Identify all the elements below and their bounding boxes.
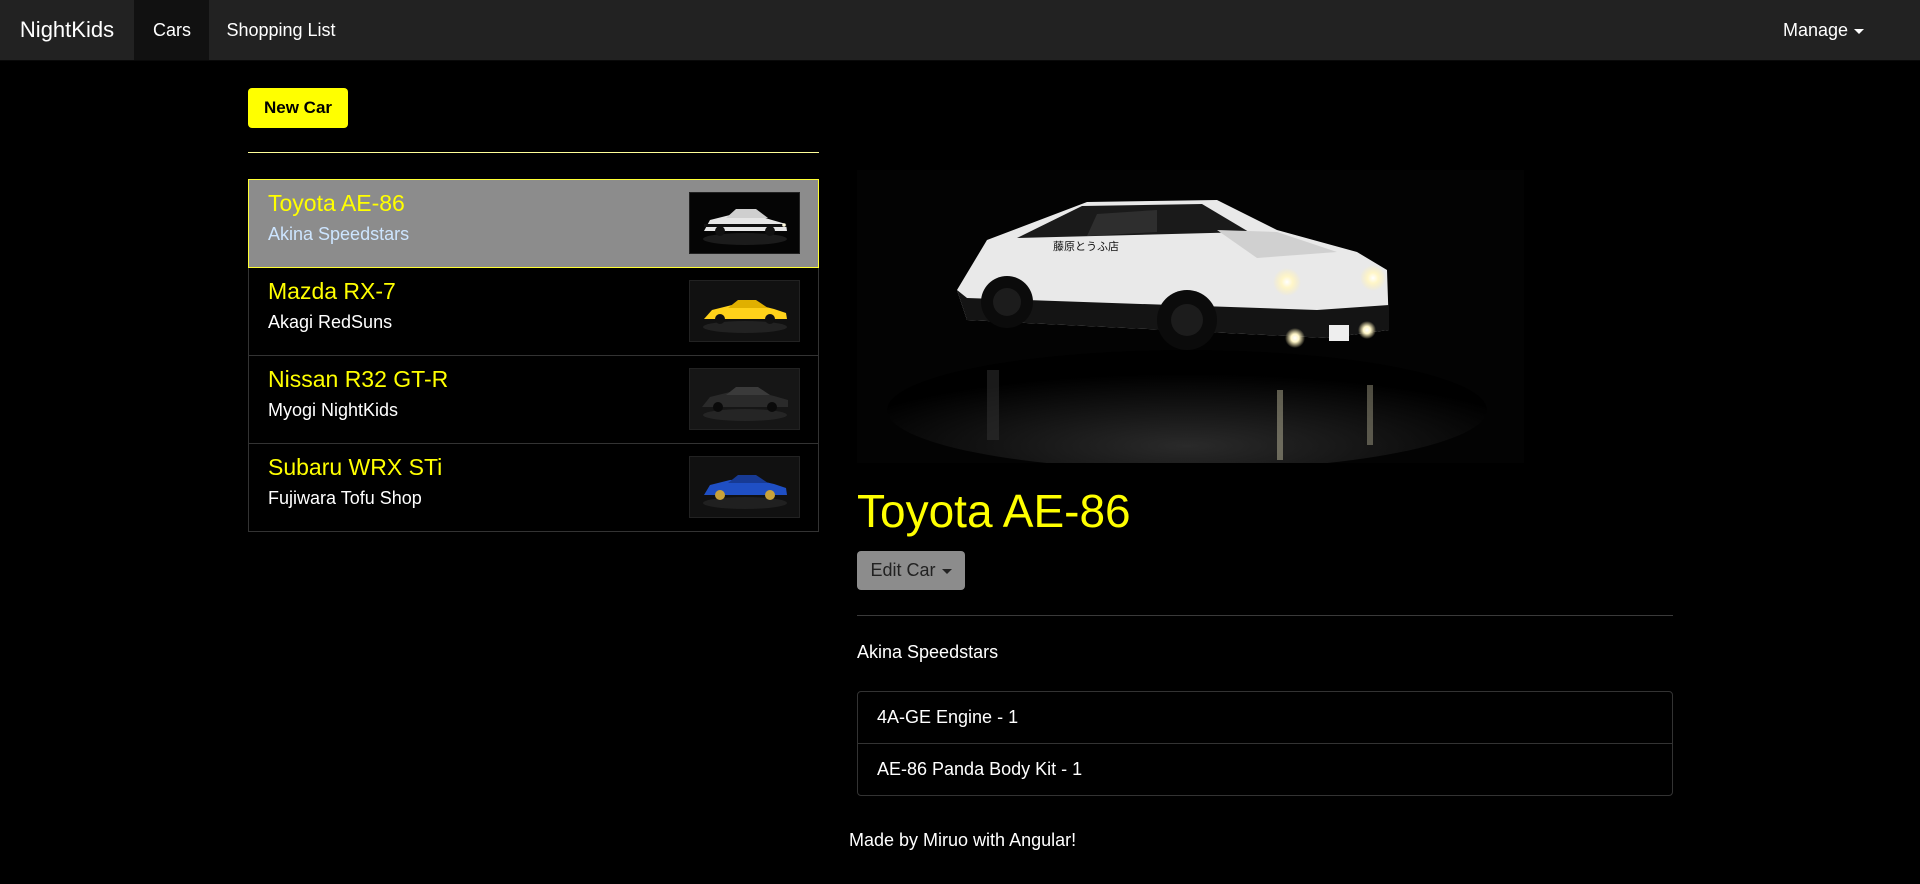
manage-dropdown-label: Manage: [1783, 20, 1849, 40]
car-list: Toyota AE-86 Akina Speedstars Mazda RX-7…: [248, 179, 819, 532]
divider: [857, 615, 1673, 616]
parts-list-item[interactable]: 4A-GE Engine - 1: [858, 692, 1672, 743]
nav-item-shopping-list[interactable]: Shopping List: [209, 0, 353, 60]
chevron-down-icon: [1854, 28, 1865, 34]
car-thumbnail: [689, 192, 800, 254]
parts-list-item[interactable]: AE-86 Panda Body Kit - 1: [858, 743, 1672, 795]
car-team: Fujiwara Tofu Shop: [268, 488, 422, 508]
car-detail-team: Akina Speedstars: [857, 642, 999, 662]
parts-list: 4A-GE Engine - 1 AE-86 Panda Body Kit - …: [857, 691, 1673, 796]
car-thumbnail: [689, 456, 800, 518]
car-team: Akina Speedstars: [268, 224, 410, 244]
car-name: Subaru WRX STi: [268, 454, 443, 480]
edit-car-label: Edit Car: [870, 560, 936, 580]
chevron-down-icon: [941, 568, 952, 574]
divider: [248, 152, 819, 153]
car-list-item[interactable]: Subaru WRX STi Fujiwara Tofu Shop: [248, 443, 819, 532]
manage-dropdown[interactable]: Manage: [1783, 0, 1893, 60]
car-thumbnail: [689, 368, 800, 430]
car-list-item[interactable]: Nissan R32 GT-R Myogi NightKids: [248, 355, 819, 444]
car-list-item[interactable]: Toyota AE-86 Akina Speedstars: [248, 179, 819, 268]
car-team: Myogi NightKids: [268, 400, 399, 420]
car-team: Akagi RedSuns: [268, 312, 393, 332]
car-thumbnail: [689, 280, 800, 342]
car-name: Mazda RX-7: [268, 278, 396, 304]
car-detail-title: Toyota AE-86: [857, 485, 1131, 537]
nav-item-cars[interactable]: Cars: [135, 0, 209, 60]
new-car-button[interactable]: New Car: [248, 88, 348, 128]
edit-car-dropdown-button[interactable]: Edit Car: [857, 551, 965, 590]
car-list-item[interactable]: Mazda RX-7 Akagi RedSuns: [248, 267, 819, 356]
car-name: Nissan R32 GT-R: [268, 366, 449, 392]
navbar-brand[interactable]: NightKids: [0, 0, 135, 60]
car-hero-image: 藤原とうふ店: [857, 170, 1524, 463]
car-name: Toyota AE-86: [268, 190, 405, 216]
top-navbar: NightKids Cars Shopping List Manage: [0, 0, 1920, 61]
footer-text: Made by Miruo with Angular!: [849, 830, 1077, 850]
svg-text:藤原とうふ店: 藤原とうふ店: [1053, 239, 1119, 253]
